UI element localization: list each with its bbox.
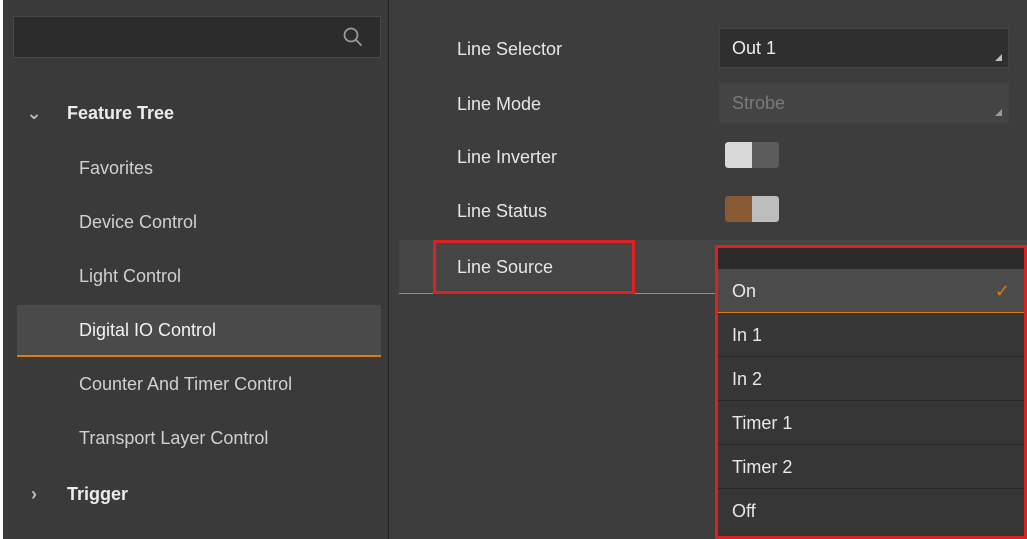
tree-group-label: Feature Tree: [67, 103, 175, 123]
tree-item-device-control[interactable]: Device Control: [17, 197, 381, 247]
chevron-down-icon[interactable]: ⌄: [25, 88, 43, 138]
tree-item-favorites[interactable]: Favorites: [17, 143, 381, 193]
chevron-right-icon[interactable]: ›: [25, 469, 43, 519]
tree-item-light-control[interactable]: Light Control: [17, 251, 381, 301]
tree-item-counter-and-timer-control[interactable]: Counter And Timer Control: [17, 359, 381, 409]
property-label: Line Selector: [457, 39, 563, 59]
line-source-highlight: [433, 240, 635, 294]
app-window: ⌄ Feature Tree Favorites Device Control …: [3, 0, 1027, 539]
tree-group-label: Trigger: [67, 484, 129, 504]
tree-item-digital-io-control[interactable]: Digital IO Control: [17, 305, 381, 357]
dropdown-corner-icon: [995, 54, 1002, 61]
tree-group-feature-tree[interactable]: ⌄ Feature Tree: [17, 88, 381, 138]
property-line-status: Line Status: [389, 187, 1027, 237]
dropdown-option-on[interactable]: On ✓: [718, 269, 1024, 313]
line-inverter-toggle[interactable]: [725, 142, 779, 168]
dropdown-option-timer-1[interactable]: Timer 1: [718, 401, 1024, 445]
property-line-selector: Line Selector Out 1: [389, 25, 1027, 75]
property-label: Line Status: [457, 201, 548, 221]
property-line-mode: Line Mode Strobe: [389, 80, 1027, 130]
tree-item-transport-layer-control[interactable]: Transport Layer Control: [17, 413, 381, 463]
dropdown-option-timer-2[interactable]: Timer 2: [718, 445, 1024, 489]
dropdown-option-in-1[interactable]: In 1: [718, 313, 1024, 357]
search-icon[interactable]: [342, 26, 364, 48]
line-selector-select[interactable]: Out 1: [719, 28, 1009, 68]
dropdown-header: [718, 248, 1024, 269]
search-input[interactable]: [13, 16, 381, 58]
dropdown-option-off[interactable]: Off: [718, 489, 1024, 533]
line-status-toggle: [725, 196, 779, 222]
property-label: Line Mode: [457, 94, 542, 114]
feature-tree-panel: ⌄ Feature Tree Favorites Device Control …: [3, 0, 388, 539]
property-label: Line Inverter: [457, 147, 558, 167]
property-line-inverter: Line Inverter: [389, 133, 1027, 183]
line-mode-select: Strobe: [719, 83, 1009, 123]
tree-group-trigger[interactable]: › Trigger: [17, 469, 381, 519]
line-source-dropdown[interactable]: On ✓ In 1 In 2 Timer 1 Timer 2 Off: [715, 245, 1027, 539]
dropdown-option-in-2[interactable]: In 2: [718, 357, 1024, 401]
checkmark-icon: ✓: [994, 281, 1010, 301]
dropdown-corner-icon: [995, 109, 1002, 116]
